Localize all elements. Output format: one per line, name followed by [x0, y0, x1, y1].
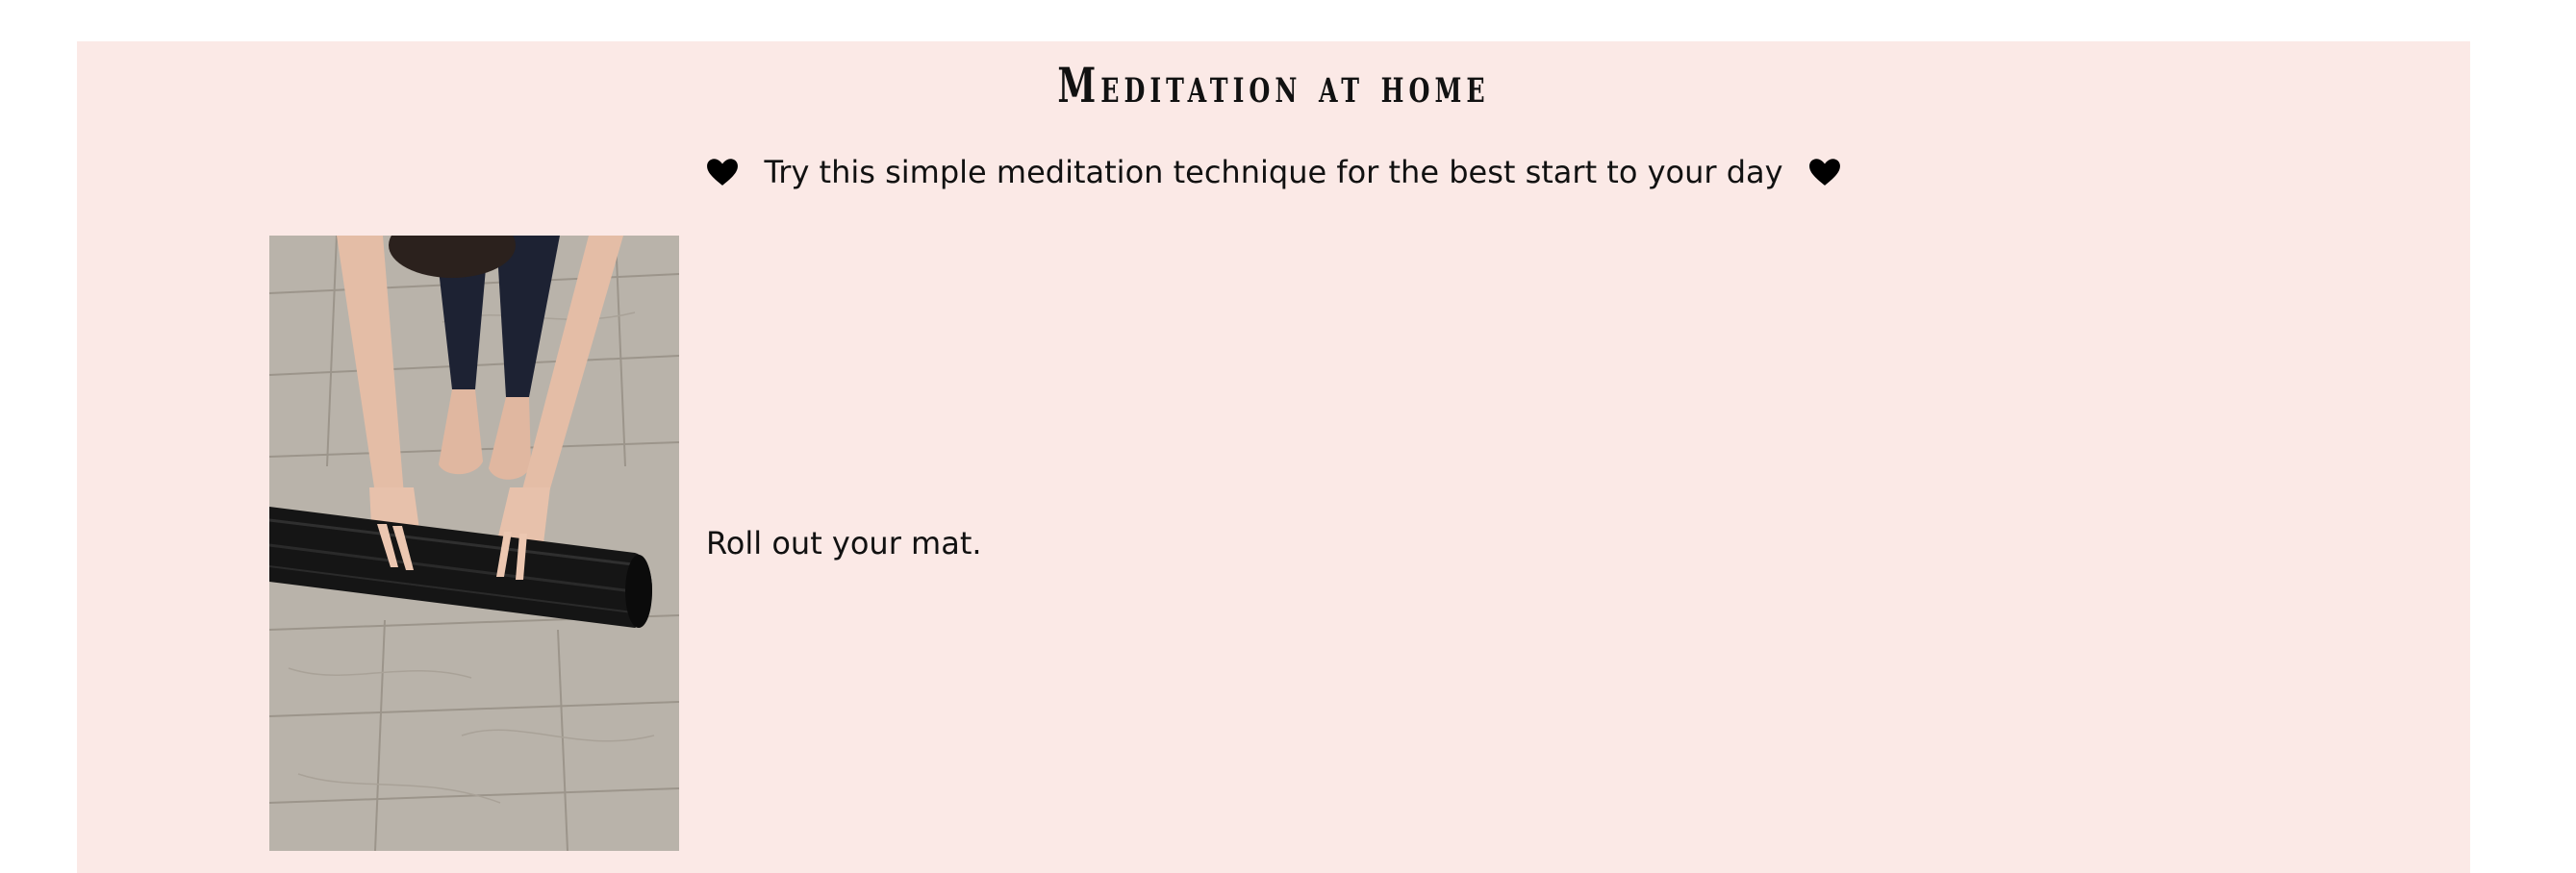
subtitle-row: Try this simple meditation technique for…	[77, 157, 2470, 187]
meditation-card: Meditation at home Try this simple medit…	[77, 41, 2470, 873]
page: Meditation at home Try this simple medit…	[0, 0, 2576, 873]
heart-icon	[1808, 159, 1840, 186]
step-item: Roll out your mat.	[269, 236, 982, 851]
subtitle-text: Try this simple meditation technique for…	[764, 154, 1783, 190]
step-text: Roll out your mat.	[706, 525, 982, 561]
yoga-mat-photo	[269, 236, 679, 851]
heart-icon	[707, 159, 739, 186]
page-title: Meditation at home	[1057, 57, 1490, 113]
